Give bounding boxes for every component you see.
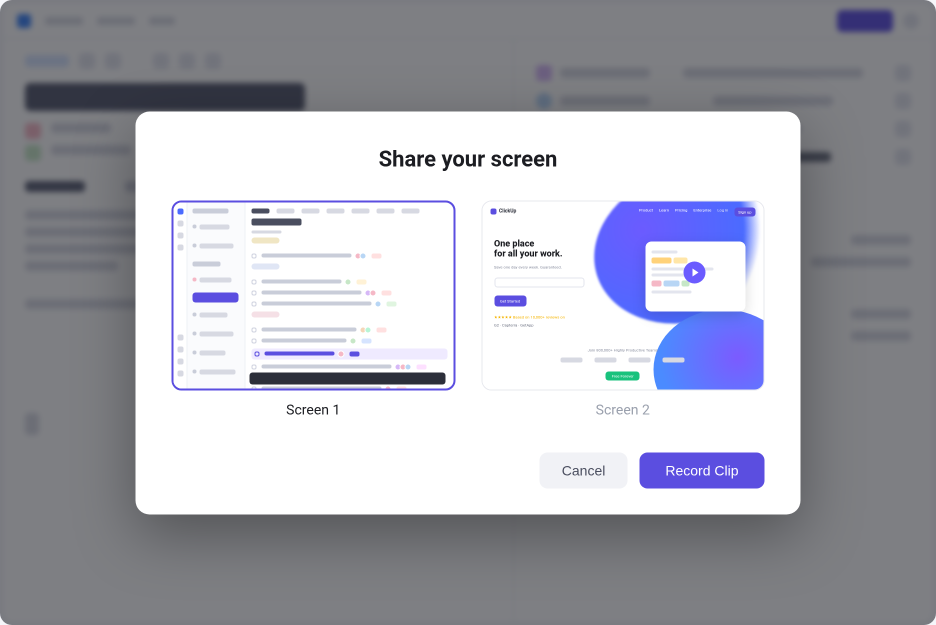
screen-1-thumbnail[interactable] — [172, 200, 456, 390]
record-clip-button[interactable]: Record Clip — [639, 452, 764, 488]
screen-option-1[interactable]: Screen 1 — [172, 200, 456, 418]
screen2-logo-text: ClickUp — [499, 209, 516, 215]
screen2-stars: ★★★★★ Based on 10,000+ reviews on — [494, 315, 614, 320]
play-icon — [684, 261, 706, 283]
screen2-cta: Get Started — [494, 296, 526, 307]
screen-1-label: Screen 1 — [172, 402, 456, 418]
screen-2-label: Screen 2 — [481, 402, 765, 418]
screen2-headline-1: One place — [494, 239, 614, 249]
screen2-footer-tag: Join 800,000+ Highly Productive Teams — [482, 347, 764, 352]
screen2-pill: Free Forever — [606, 371, 640, 380]
screen-options: Screen 1 ClickUp Product Learn Pricing E… — [172, 200, 765, 418]
screen2-subhead: Save one day every week. Guaranteed. — [494, 265, 614, 270]
screen2-badges: G2 · Capterra · GetApp — [494, 323, 614, 328]
modal-title: Share your screen — [172, 147, 765, 172]
share-screen-modal: Share your screen — [136, 111, 801, 514]
modal-footer: Cancel Record Clip — [172, 452, 765, 488]
screen-option-2[interactable]: ClickUp Product Learn Pricing Enterprise… — [481, 200, 765, 418]
screen-2-thumbnail[interactable]: ClickUp Product Learn Pricing Enterprise… — [481, 200, 765, 390]
screen2-headline-2: for all your work. — [494, 249, 614, 259]
cancel-button[interactable]: Cancel — [540, 452, 628, 488]
